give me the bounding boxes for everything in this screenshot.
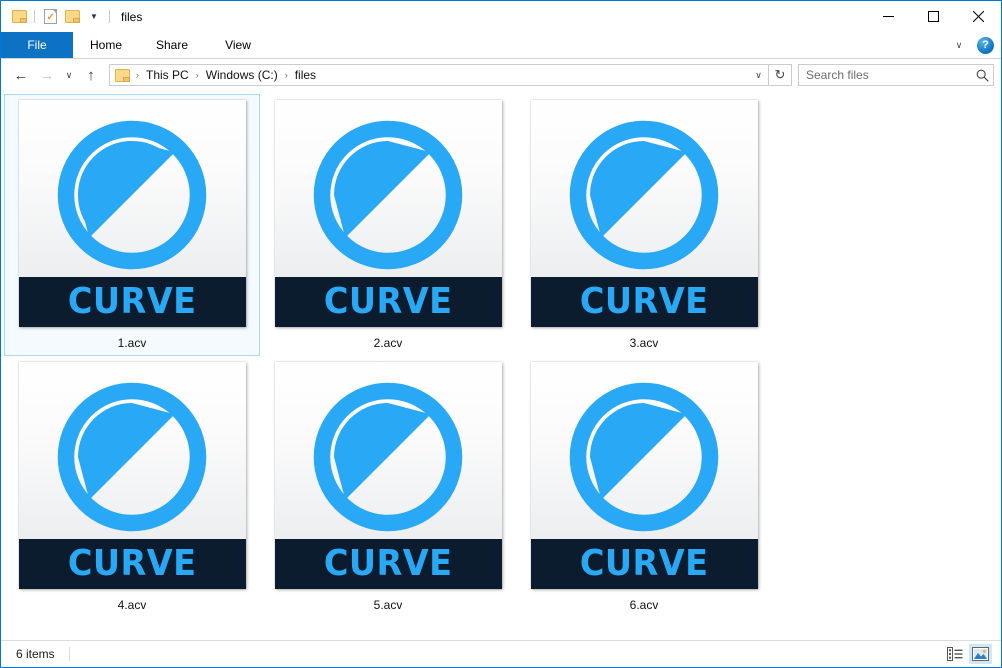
breadcrumb-separator-2[interactable]: › — [193, 70, 202, 80]
expand-ribbon-chevron-down-icon[interactable]: ∨ — [950, 40, 968, 51]
view-toggle-group — [943, 644, 995, 664]
new-folder-icon[interactable] — [61, 6, 83, 28]
qat-divider-2 — [109, 10, 110, 23]
file-item-4[interactable]: CURVE 4.acv — [4, 356, 260, 618]
file-badge-text: CURVE — [323, 281, 453, 322]
breadcrumb-bar[interactable]: › This PC › Windows (C:) › files ∨ — [109, 64, 769, 86]
breadcrumb-item-this-pc[interactable]: This PC — [142, 66, 193, 84]
file-badge-band: CURVE — [530, 539, 758, 589]
curve-circle-icon — [313, 382, 463, 532]
file-item-1[interactable]: CURVE 1.acv — [4, 94, 260, 356]
file-badge-text: CURVE — [579, 543, 709, 584]
help-icon[interactable]: ? — [977, 36, 994, 54]
window-controls — [866, 1, 1001, 31]
breadcrumb-item-windows-c[interactable]: Windows (C:) — [202, 66, 282, 84]
file-explorer-window: ✓ ▼ files File Home Share View ∨ ? ← → ∨… — [0, 0, 1002, 668]
file-thumbnail: CURVE — [274, 100, 502, 327]
file-thumbnail: CURVE — [18, 362, 246, 589]
close-icon — [973, 10, 984, 22]
file-name-label: 2.acv — [373, 336, 403, 350]
file-badge-band: CURVE — [274, 539, 502, 589]
curve-circle-icon — [569, 120, 719, 270]
title-bar: ✓ ▼ files — [1, 1, 1001, 32]
file-name-label: 4.acv — [117, 598, 147, 612]
large-icons-view-button[interactable] — [969, 644, 992, 664]
breadcrumb-separator-1[interactable]: › — [133, 70, 142, 80]
file-name-label: 3.acv — [629, 336, 659, 350]
breadcrumb-folder-icon — [115, 68, 130, 82]
breadcrumb-item-files[interactable]: files — [291, 66, 320, 84]
customize-caret-icon[interactable]: ▼ — [83, 6, 105, 28]
file-thumbnail: CURVE — [18, 100, 246, 327]
file-item-6[interactable]: CURVE 6.acv — [516, 356, 772, 618]
file-badge-band: CURVE — [530, 277, 758, 327]
tab-file[interactable]: File — [1, 32, 73, 58]
search-box[interactable] — [798, 64, 994, 86]
file-thumbnail: CURVE — [530, 362, 758, 589]
ribbon-tab-strip: File Home Share View ∨ ? — [1, 32, 1001, 59]
ribbon-right-controls: ∨ ? — [950, 32, 1001, 58]
file-thumbnail: CURVE — [274, 362, 502, 589]
file-item-5[interactable]: CURVE 5.acv — [260, 356, 516, 618]
refresh-button[interactable]: ↻ — [769, 64, 792, 86]
maximize-button[interactable] — [911, 1, 956, 31]
file-badge-band: CURVE — [18, 277, 246, 327]
folder-icon[interactable] — [8, 6, 30, 28]
properties-icon[interactable]: ✓ — [39, 6, 61, 28]
minimize-button[interactable] — [866, 1, 911, 31]
tab-view[interactable]: View — [205, 32, 271, 58]
file-name-label: 1.acv — [117, 336, 147, 350]
quick-access-toolbar: ✓ ▼ — [1, 6, 114, 28]
tab-share[interactable]: Share — [139, 32, 205, 58]
file-name-label: 6.acv — [629, 598, 659, 612]
item-count-label: 6 items — [16, 647, 55, 661]
large-icons-view-icon — [972, 647, 989, 661]
properties-glyph: ✓ — [43, 9, 57, 24]
new-folder-glyph — [64, 10, 80, 23]
status-bar: 6 items — [1, 640, 1001, 667]
back-button[interactable]: ← — [8, 62, 34, 88]
search-input[interactable] — [799, 67, 971, 83]
tab-home[interactable]: Home — [73, 32, 139, 58]
file-badge-text: CURVE — [67, 281, 197, 322]
address-dropdown-chevron-down-icon[interactable]: ∨ — [749, 65, 768, 85]
details-view-icon — [946, 647, 962, 661]
address-bar: ← → ∨ ↑ › This PC › Windows (C:) › files… — [1, 59, 1001, 91]
maximize-icon — [928, 10, 939, 22]
curve-circle-icon — [569, 382, 719, 532]
minimize-icon — [883, 15, 894, 17]
curve-circle-icon — [57, 120, 207, 270]
curve-circle-icon — [313, 120, 463, 270]
status-divider — [68, 647, 70, 661]
breadcrumb: › This PC › Windows (C:) › files — [110, 66, 749, 84]
breadcrumb-separator-3[interactable]: › — [282, 70, 291, 80]
curve-circle-icon — [57, 382, 207, 532]
recent-locations-chevron-down-icon[interactable]: ∨ — [60, 62, 78, 88]
close-button[interactable] — [956, 1, 1001, 31]
details-view-button[interactable] — [943, 644, 966, 664]
file-badge-band: CURVE — [274, 277, 502, 327]
file-badge-text: CURVE — [323, 543, 453, 584]
file-item-3[interactable]: CURVE 3.acv — [516, 94, 772, 356]
search-icon[interactable] — [971, 69, 993, 82]
file-item-2[interactable]: CURVE 2.acv — [260, 94, 516, 356]
forward-button[interactable]: → — [34, 62, 60, 88]
qat-divider-1 — [34, 10, 35, 23]
file-list-area[interactable]: CURVE 1.acv CURVE 2.acv CURVE 3.acv CURV… — [1, 91, 1001, 640]
folder-glyph — [11, 10, 27, 23]
file-badge-text: CURVE — [67, 543, 197, 584]
file-name-label: 5.acv — [373, 598, 403, 612]
file-grid: CURVE 1.acv CURVE 2.acv CURVE 3.acv CURV… — [4, 94, 1001, 618]
file-badge-band: CURVE — [18, 539, 246, 589]
file-thumbnail: CURVE — [530, 100, 758, 327]
file-badge-text: CURVE — [579, 281, 709, 322]
window-title: files — [121, 9, 143, 24]
up-button[interactable]: ↑ — [78, 62, 104, 88]
